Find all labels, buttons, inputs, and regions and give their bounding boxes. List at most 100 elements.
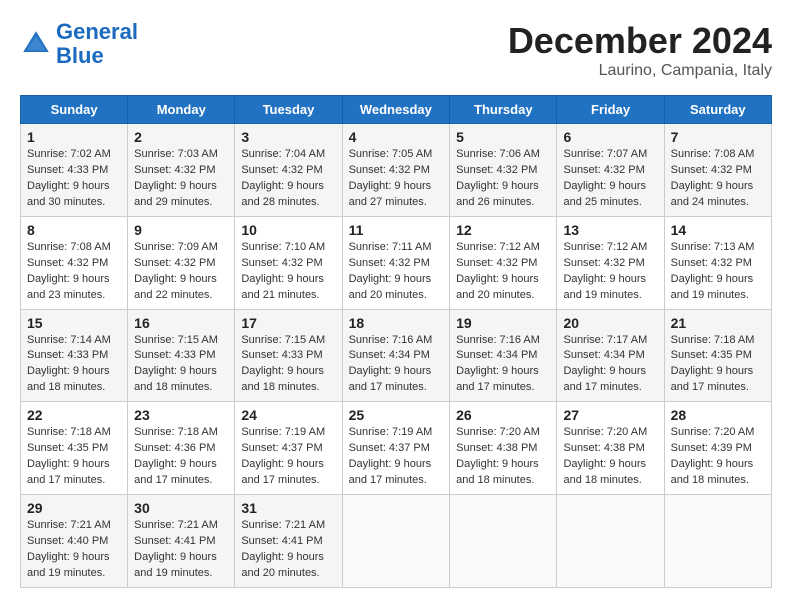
sunset-label: Sunset: 4:32 PM bbox=[456, 164, 537, 176]
sunset-label: Sunset: 4:32 PM bbox=[349, 257, 430, 269]
location: Laurino, Campania, Italy bbox=[508, 62, 772, 80]
calendar-day-cell: 21 Sunrise: 7:18 AM Sunset: 4:35 PM Dayl… bbox=[664, 309, 771, 402]
daylight-label: Daylight: 9 hours and 26 minutes. bbox=[456, 180, 539, 208]
sunset-label: Sunset: 4:40 PM bbox=[27, 535, 108, 547]
calendar-day-cell: 7 Sunrise: 7:08 AM Sunset: 4:32 PM Dayli… bbox=[664, 124, 771, 217]
day-number: 14 bbox=[671, 222, 765, 238]
sunset-label: Sunset: 4:41 PM bbox=[241, 535, 322, 547]
day-info: Sunrise: 7:21 AM Sunset: 4:40 PM Dayligh… bbox=[27, 518, 121, 582]
daylight-label: Daylight: 9 hours and 18 minutes. bbox=[563, 458, 646, 486]
sunset-label: Sunset: 4:38 PM bbox=[456, 442, 537, 454]
calendar-week-row: 29 Sunrise: 7:21 AM Sunset: 4:40 PM Dayl… bbox=[21, 495, 772, 588]
day-info: Sunrise: 7:13 AM Sunset: 4:32 PM Dayligh… bbox=[671, 240, 765, 304]
calendar-day-cell: 11 Sunrise: 7:11 AM Sunset: 4:32 PM Dayl… bbox=[342, 216, 450, 309]
daylight-label: Daylight: 9 hours and 23 minutes. bbox=[27, 273, 110, 301]
day-number: 18 bbox=[349, 315, 444, 331]
daylight-label: Daylight: 9 hours and 17 minutes. bbox=[27, 458, 110, 486]
sunrise-label: Sunrise: 7:16 AM bbox=[349, 334, 433, 346]
calendar-table: SundayMondayTuesdayWednesdayThursdayFrid… bbox=[20, 95, 772, 588]
day-number: 4 bbox=[349, 129, 444, 145]
day-info: Sunrise: 7:15 AM Sunset: 4:33 PM Dayligh… bbox=[241, 333, 335, 397]
sunset-label: Sunset: 4:32 PM bbox=[563, 164, 644, 176]
calendar-week-row: 1 Sunrise: 7:02 AM Sunset: 4:33 PM Dayli… bbox=[21, 124, 772, 217]
col-header-saturday: Saturday bbox=[664, 96, 771, 124]
sunset-label: Sunset: 4:33 PM bbox=[134, 349, 215, 361]
day-number: 12 bbox=[456, 222, 550, 238]
sunset-label: Sunset: 4:33 PM bbox=[241, 349, 322, 361]
calendar-day-cell: 17 Sunrise: 7:15 AM Sunset: 4:33 PM Dayl… bbox=[235, 309, 342, 402]
logo-icon bbox=[20, 28, 52, 60]
calendar-day-cell: 15 Sunrise: 7:14 AM Sunset: 4:33 PM Dayl… bbox=[21, 309, 128, 402]
day-number: 27 bbox=[563, 407, 657, 423]
sunrise-label: Sunrise: 7:19 AM bbox=[241, 426, 325, 438]
calendar-day-cell: 9 Sunrise: 7:09 AM Sunset: 4:32 PM Dayli… bbox=[128, 216, 235, 309]
calendar-day-cell: 16 Sunrise: 7:15 AM Sunset: 4:33 PM Dayl… bbox=[128, 309, 235, 402]
daylight-label: Daylight: 9 hours and 17 minutes. bbox=[241, 458, 324, 486]
day-info: Sunrise: 7:14 AM Sunset: 4:33 PM Dayligh… bbox=[27, 333, 121, 397]
day-number: 5 bbox=[456, 129, 550, 145]
daylight-label: Daylight: 9 hours and 17 minutes. bbox=[563, 365, 646, 393]
daylight-label: Daylight: 9 hours and 18 minutes. bbox=[134, 365, 217, 393]
calendar-day-cell: 28 Sunrise: 7:20 AM Sunset: 4:39 PM Dayl… bbox=[664, 402, 771, 495]
month-title: December 2024 bbox=[508, 20, 772, 62]
daylight-label: Daylight: 9 hours and 19 minutes. bbox=[27, 551, 110, 579]
day-number: 8 bbox=[27, 222, 121, 238]
daylight-label: Daylight: 9 hours and 17 minutes. bbox=[349, 365, 432, 393]
sunset-label: Sunset: 4:34 PM bbox=[456, 349, 537, 361]
daylight-label: Daylight: 9 hours and 19 minutes. bbox=[671, 273, 754, 301]
day-info: Sunrise: 7:18 AM Sunset: 4:36 PM Dayligh… bbox=[134, 425, 228, 489]
calendar-empty-cell bbox=[664, 495, 771, 588]
calendar-day-cell: 31 Sunrise: 7:21 AM Sunset: 4:41 PM Dayl… bbox=[235, 495, 342, 588]
sunrise-label: Sunrise: 7:21 AM bbox=[27, 519, 111, 531]
day-number: 13 bbox=[563, 222, 657, 238]
sunrise-label: Sunrise: 7:18 AM bbox=[671, 334, 755, 346]
day-info: Sunrise: 7:05 AM Sunset: 4:32 PM Dayligh… bbox=[349, 147, 444, 211]
col-header-sunday: Sunday bbox=[21, 96, 128, 124]
sunrise-label: Sunrise: 7:14 AM bbox=[27, 334, 111, 346]
day-number: 21 bbox=[671, 315, 765, 331]
sunrise-label: Sunrise: 7:08 AM bbox=[27, 241, 111, 253]
sunset-label: Sunset: 4:37 PM bbox=[241, 442, 322, 454]
sunset-label: Sunset: 4:32 PM bbox=[134, 164, 215, 176]
day-info: Sunrise: 7:16 AM Sunset: 4:34 PM Dayligh… bbox=[349, 333, 444, 397]
daylight-label: Daylight: 9 hours and 29 minutes. bbox=[134, 180, 217, 208]
sunrise-label: Sunrise: 7:18 AM bbox=[27, 426, 111, 438]
daylight-label: Daylight: 9 hours and 28 minutes. bbox=[241, 180, 324, 208]
sunrise-label: Sunrise: 7:13 AM bbox=[671, 241, 755, 253]
col-header-monday: Monday bbox=[128, 96, 235, 124]
day-info: Sunrise: 7:18 AM Sunset: 4:35 PM Dayligh… bbox=[671, 333, 765, 397]
calendar-week-row: 15 Sunrise: 7:14 AM Sunset: 4:33 PM Dayl… bbox=[21, 309, 772, 402]
col-header-friday: Friday bbox=[557, 96, 664, 124]
calendar-header-row: SundayMondayTuesdayWednesdayThursdayFrid… bbox=[21, 96, 772, 124]
calendar-day-cell: 24 Sunrise: 7:19 AM Sunset: 4:37 PM Dayl… bbox=[235, 402, 342, 495]
calendar-day-cell: 8 Sunrise: 7:08 AM Sunset: 4:32 PM Dayli… bbox=[21, 216, 128, 309]
day-info: Sunrise: 7:21 AM Sunset: 4:41 PM Dayligh… bbox=[134, 518, 228, 582]
sunset-label: Sunset: 4:32 PM bbox=[563, 257, 644, 269]
day-number: 9 bbox=[134, 222, 228, 238]
daylight-label: Daylight: 9 hours and 30 minutes. bbox=[27, 180, 110, 208]
daylight-label: Daylight: 9 hours and 17 minutes. bbox=[456, 365, 539, 393]
daylight-label: Daylight: 9 hours and 20 minutes. bbox=[456, 273, 539, 301]
sunrise-label: Sunrise: 7:19 AM bbox=[349, 426, 433, 438]
day-number: 2 bbox=[134, 129, 228, 145]
day-number: 1 bbox=[27, 129, 121, 145]
day-number: 11 bbox=[349, 222, 444, 238]
daylight-label: Daylight: 9 hours and 17 minutes. bbox=[671, 365, 754, 393]
day-number: 31 bbox=[241, 500, 335, 516]
day-info: Sunrise: 7:17 AM Sunset: 4:34 PM Dayligh… bbox=[563, 333, 657, 397]
sunrise-label: Sunrise: 7:15 AM bbox=[241, 334, 325, 346]
calendar-day-cell: 22 Sunrise: 7:18 AM Sunset: 4:35 PM Dayl… bbox=[21, 402, 128, 495]
day-number: 6 bbox=[563, 129, 657, 145]
sunrise-label: Sunrise: 7:12 AM bbox=[456, 241, 540, 253]
daylight-label: Daylight: 9 hours and 24 minutes. bbox=[671, 180, 754, 208]
day-info: Sunrise: 7:15 AM Sunset: 4:33 PM Dayligh… bbox=[134, 333, 228, 397]
calendar-week-row: 8 Sunrise: 7:08 AM Sunset: 4:32 PM Dayli… bbox=[21, 216, 772, 309]
day-info: Sunrise: 7:07 AM Sunset: 4:32 PM Dayligh… bbox=[563, 147, 657, 211]
calendar-week-row: 22 Sunrise: 7:18 AM Sunset: 4:35 PM Dayl… bbox=[21, 402, 772, 495]
calendar-day-cell: 12 Sunrise: 7:12 AM Sunset: 4:32 PM Dayl… bbox=[450, 216, 557, 309]
daylight-label: Daylight: 9 hours and 18 minutes. bbox=[27, 365, 110, 393]
calendar-day-cell: 25 Sunrise: 7:19 AM Sunset: 4:37 PM Dayl… bbox=[342, 402, 450, 495]
sunrise-label: Sunrise: 7:04 AM bbox=[241, 148, 325, 160]
day-info: Sunrise: 7:04 AM Sunset: 4:32 PM Dayligh… bbox=[241, 147, 335, 211]
sunrise-label: Sunrise: 7:18 AM bbox=[134, 426, 218, 438]
